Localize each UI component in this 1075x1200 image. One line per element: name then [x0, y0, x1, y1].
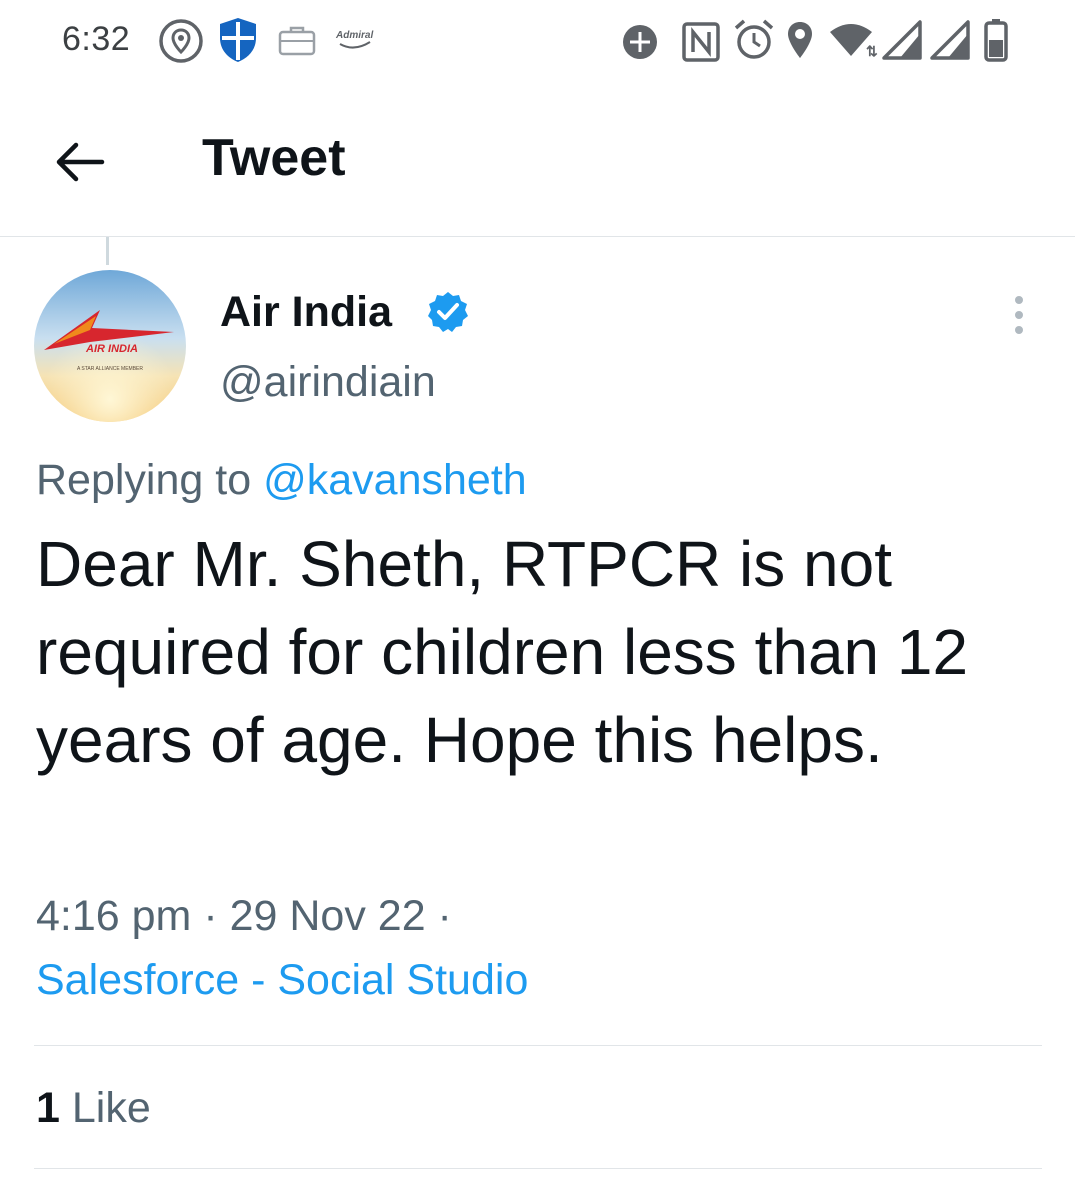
- data-saver-icon: [623, 25, 657, 59]
- likes-count: 1: [36, 1084, 60, 1132]
- avatar-logo-subtext: A STAR ALLIANCE MEMBER: [77, 366, 143, 372]
- status-bar: 6:32 Admiral ⇅: [0, 0, 1075, 84]
- reply-mention-link[interactable]: @kavansheth: [263, 456, 527, 504]
- battery-icon: [984, 19, 1008, 62]
- divider: [34, 1045, 1042, 1046]
- tweet-source-link[interactable]: Salesforce - Social Studio: [36, 956, 528, 1005]
- author-name[interactable]: Air India: [220, 288, 392, 337]
- shield-icon: [220, 18, 256, 62]
- divider: [34, 1168, 1042, 1169]
- author-handle[interactable]: @airindiain: [220, 358, 436, 407]
- admiral-app-icon: Admiral: [335, 30, 373, 49]
- avatar-logo-text: AIR INDIA: [85, 343, 138, 355]
- location-pin-icon: [159, 19, 203, 63]
- air-india-logo: AIR INDIA A STAR ALLIANCE MEMBER: [34, 270, 186, 422]
- signal-icon-2: [930, 20, 970, 60]
- tweet-timestamp[interactable]: 4:16 pm · 29 Nov 22 ·: [36, 892, 452, 941]
- back-button[interactable]: [44, 126, 116, 198]
- location-icon: [788, 22, 812, 58]
- avatar[interactable]: AIR INDIA A STAR ALLIANCE MEMBER: [34, 270, 186, 422]
- briefcase-icon: [278, 26, 316, 56]
- status-time: 6:32: [62, 20, 131, 58]
- verified-badge-icon: [428, 292, 468, 332]
- nfc-icon: [682, 22, 720, 62]
- alarm-icon: [734, 19, 774, 59]
- reply-label: Replying to: [36, 456, 252, 504]
- likes-label: Like: [71, 1084, 151, 1132]
- page-title: Tweet: [202, 129, 346, 187]
- arrow-left-icon: [56, 142, 105, 182]
- reply-context: Replying to @kavansheth: [36, 456, 527, 505]
- tweet-text: Dear Mr. Sheth, RTPCR is not required fo…: [36, 528, 986, 776]
- admiral-label: Admiral: [335, 30, 373, 41]
- more-options-icon[interactable]: [996, 292, 1042, 338]
- likes-count-button[interactable]: 1 Like: [36, 1084, 151, 1133]
- app-header: Tweet: [0, 90, 1075, 237]
- signal-icon: [882, 20, 922, 60]
- svg-text:⇅: ⇅: [866, 43, 878, 58]
- thread-connector: [106, 237, 109, 265]
- wifi-icon: ⇅: [830, 24, 878, 58]
